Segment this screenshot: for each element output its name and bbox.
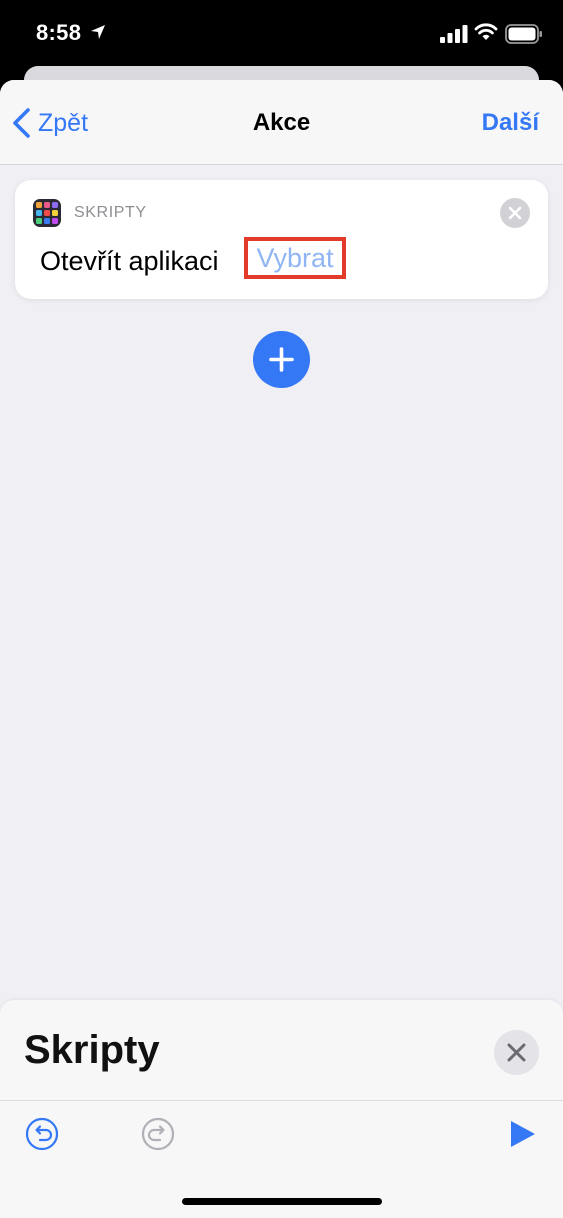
- back-button[interactable]: Zpět: [12, 106, 88, 140]
- battery-icon: [505, 24, 542, 44]
- scripting-app-icon: [33, 199, 61, 227]
- action-search-panel: Skripty: [0, 1000, 563, 1218]
- panel-divider: [0, 1100, 563, 1101]
- action-label: Otevřít aplikaci: [40, 246, 219, 276]
- location-arrow-icon: [91, 25, 105, 39]
- cellular-signal-icon: [440, 25, 468, 43]
- undo-icon: [25, 1117, 59, 1151]
- status-time: 8:58: [36, 20, 82, 45]
- choose-app-parameter[interactable]: Vybrat: [244, 237, 346, 279]
- close-icon: [507, 1043, 526, 1062]
- back-button-label: Zpět: [38, 108, 89, 137]
- redo-button[interactable]: [141, 1117, 175, 1151]
- action-card-open-app[interactable]: SKRIPTY Otevřít aplikaci Vybrat: [15, 180, 548, 299]
- add-action-button[interactable]: [253, 331, 310, 388]
- close-panel-button[interactable]: [494, 1030, 539, 1075]
- shortcut-editor-sheet: Zpět Akce Další SKRIPTY Otevřít aplikaci…: [0, 80, 563, 1218]
- run-shortcut-button[interactable]: [507, 1119, 537, 1149]
- next-button[interactable]: Další: [482, 109, 539, 137]
- close-icon: [508, 206, 522, 220]
- play-icon: [511, 1121, 535, 1147]
- panel-title: Skripty: [24, 1028, 160, 1072]
- undo-button[interactable]: [25, 1117, 59, 1151]
- wifi-icon: [474, 23, 498, 40]
- navigation-bar: Zpět Akce Další: [0, 80, 563, 165]
- redo-icon: [141, 1117, 175, 1151]
- plus-icon: [269, 347, 294, 372]
- chevron-left-icon: [13, 108, 30, 138]
- remove-action-button[interactable]: [500, 198, 530, 228]
- status-bar: 8:58: [0, 0, 563, 66]
- home-indicator: [182, 1198, 382, 1205]
- action-category-label: SKRIPTY: [74, 204, 147, 221]
